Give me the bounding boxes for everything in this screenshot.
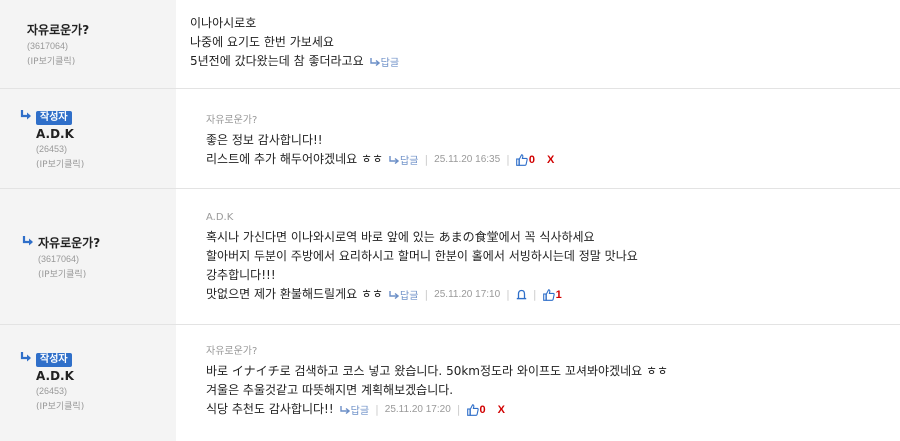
comment-body: 이나아시로호 나중에 요기도 한번 가보세요 5년전에 갔다왔는데 참 좋더라고… <box>176 0 900 88</box>
comment-author-panel: 작성자 A.D.K (26453) (IP보기클릭) <box>0 325 176 441</box>
divider: | <box>375 403 379 416</box>
comment-item: 자유로운가? (3617064) (IP보기클릭) A.D.K 혹시나 가신다면… <box>0 189 900 325</box>
reply-arrow-icon <box>20 352 31 362</box>
comment-line: 할아버지 두분이 주방에서 요리하시고 할머니 한분이 홀에서 서빙하시는데 정… <box>206 249 638 263</box>
comment-line: 식당 추천도 감사합니다!! <box>206 402 334 416</box>
reply-arrow-icon <box>22 236 33 246</box>
comment-body: 자유로운가? 좋은 정보 감사합니다!! 리스트에 추가 해두어야겠네요 ㅎㅎ … <box>176 89 900 188</box>
thumbs-up-icon <box>542 288 555 301</box>
like-count: 1 <box>555 288 562 301</box>
comment-author-panel: 자유로운가? (3617064) (IP보기클릭) <box>0 0 176 88</box>
reply-target: 자유로운가? <box>206 115 258 126</box>
reply-arrow-icon <box>389 290 400 299</box>
ip-view-link[interactable]: (IP보기클릭) <box>38 267 100 280</box>
author-nickname[interactable]: 자유로운가? <box>38 234 100 251</box>
reply-arrow-icon <box>20 110 31 120</box>
author-uid: (26453) <box>36 144 68 154</box>
comment-line: 나중에 요기도 한번 가보세요 <box>190 35 334 49</box>
comment-item: 자유로운가? (3617064) (IP보기클릭) 이나아시로호 나중에 요기도… <box>0 0 900 89</box>
comment-author-panel: 작성자 A.D.K (26453) (IP보기클릭) <box>0 89 176 188</box>
like-count: 0 <box>479 403 486 416</box>
reply-button[interactable]: 답글 <box>389 287 418 302</box>
comment-line: 리스트에 추가 해두어야겠네요 ㅎㅎ <box>206 152 384 166</box>
comment-line: 바로 イナイチ로 검색하고 코스 넣고 왔습니다. 50km정도라 와이프도 꼬… <box>206 364 669 378</box>
comment-line: 혹시나 가신다면 이나와시로역 바로 앞에 있는 あまの食堂에서 꼭 식사하세요 <box>206 230 595 244</box>
author-nickname[interactable]: 자유로운가? <box>27 21 89 38</box>
delete-button[interactable]: X <box>498 404 505 416</box>
author-badge: 작성자 <box>36 353 72 367</box>
author-badge: 작성자 <box>36 111 72 125</box>
comment-line: 5년전에 갔다왔는데 참 좋더라고요 <box>190 54 364 68</box>
like-button[interactable]: 1 <box>542 288 562 301</box>
thumbs-up-icon <box>466 403 479 416</box>
ip-view-link[interactable]: (IP보기클릭) <box>36 157 84 170</box>
reply-arrow-icon <box>389 155 400 164</box>
reply-target: 자유로운가? <box>206 346 258 357</box>
reply-arrow-icon <box>339 405 350 414</box>
thumbs-up-icon <box>516 153 528 166</box>
reply-button[interactable]: 답글 <box>369 54 399 69</box>
comment-author-panel: 자유로운가? (3617064) (IP보기클릭) <box>0 189 176 324</box>
divider: | <box>424 153 429 166</box>
author-uid: (26453) <box>36 386 68 396</box>
comment-date: 25.11.20 17:20 <box>384 404 451 415</box>
ip-view-link[interactable]: (IP보기클릭) <box>27 54 89 67</box>
divider: | <box>456 403 461 416</box>
author-uid: (3617064) <box>27 41 69 51</box>
reply-arrow-icon <box>369 57 380 66</box>
comment-date: 25.11.20 16:35 <box>434 154 501 165</box>
comment-item: 작성자 A.D.K (26453) (IP보기클릭) 자유로운가? 바로 イナイ… <box>0 325 900 441</box>
comment-line: 겨울은 추울것같고 따뜻해지면 계획해보겠습니다. <box>206 383 454 397</box>
author-nickname[interactable]: A.D.K <box>36 127 84 141</box>
like-button[interactable]: 0 <box>466 403 486 416</box>
reply-button[interactable]: 답글 <box>389 152 418 167</box>
comment-line: 맛없으면 제가 환불해드릴게요 ㅎㅎ <box>206 287 384 301</box>
like-count: 0 <box>528 153 536 166</box>
comment-line: 강추합니다!!! <box>206 268 276 282</box>
ip-view-link[interactable]: (IP보기클릭) <box>36 399 84 412</box>
author-nickname[interactable]: A.D.K <box>36 369 84 383</box>
delete-button[interactable]: X <box>547 154 554 166</box>
comment-item: 작성자 A.D.K (26453) (IP보기클릭) 자유로운가? 좋은 정보 … <box>0 89 900 189</box>
siren-icon <box>516 289 527 300</box>
comment-body: A.D.K 혹시나 가신다면 이나와시로역 바로 앞에 있는 あまの食堂에서 꼭… <box>176 189 900 324</box>
divider: | <box>532 288 537 301</box>
reply-button[interactable]: 답글 <box>339 402 369 417</box>
like-button[interactable]: 0 <box>516 154 535 166</box>
divider: | <box>506 153 510 166</box>
comment-body: 자유로운가? 바로 イナイチ로 검색하고 코스 넣고 왔습니다. 50km정도라… <box>176 325 900 441</box>
comment-line: 이나아시로호 <box>190 16 257 30</box>
comment-line: 좋은 정보 감사합니다!! <box>206 133 323 147</box>
divider: | <box>506 288 510 301</box>
author-uid: (3617064) <box>38 254 80 264</box>
comment-date: 25.11.20 17:10 <box>434 289 501 300</box>
divider: | <box>424 288 429 301</box>
reply-target: A.D.K <box>206 212 234 223</box>
report-button[interactable] <box>516 289 527 300</box>
